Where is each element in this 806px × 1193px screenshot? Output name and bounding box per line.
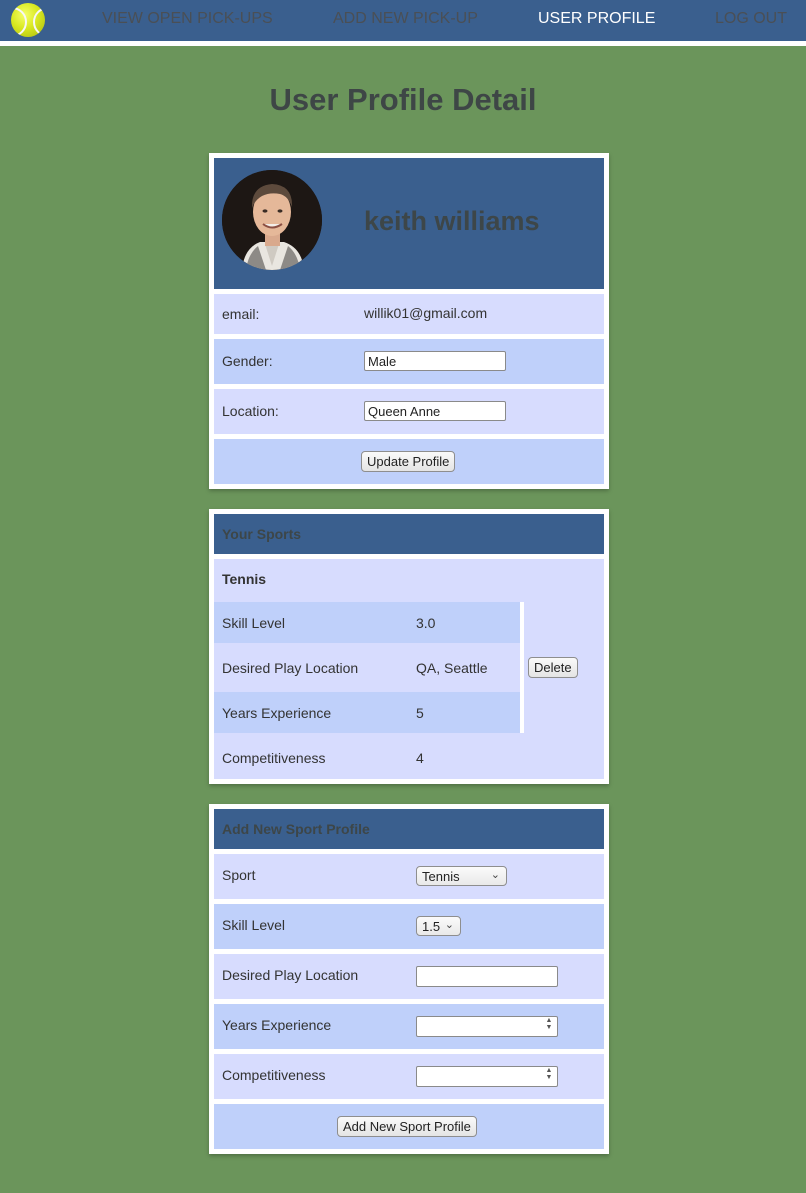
divider — [520, 602, 524, 733]
years-experience-label: Years Experience — [222, 705, 332, 721]
play-location-input-row: Desired Play Location — [214, 954, 604, 999]
competitiveness-input[interactable] — [416, 1066, 558, 1087]
skill-select-row: Skill Level 1.5 ⌄ — [214, 904, 604, 949]
profile-header: keith williams — [214, 158, 604, 289]
email-value: willik01@gmail.com — [364, 305, 488, 321]
play-location-label: Desired Play Location — [222, 660, 359, 676]
add-sport-card: Add New Sport Profile Sport Tennis ⌄ Ski… — [209, 804, 609, 1154]
sport-select-row: Sport Tennis ⌄ — [214, 854, 604, 899]
add-sport-title: Add New Sport Profile — [222, 821, 370, 837]
skill-select-value: 1.5 — [422, 919, 441, 934]
gender-field[interactable] — [364, 351, 506, 371]
sport-select-value: Tennis — [422, 869, 460, 884]
add-new-sport-profile-button[interactable]: Add New Sport Profile — [337, 1116, 477, 1137]
profile-name: keith williams — [364, 206, 540, 236]
avatar — [222, 170, 322, 270]
years-experience-stepper[interactable]: ▲ ▼ — [416, 1016, 558, 1037]
years-experience-row: Years Experience 5 — [214, 692, 520, 733]
email-row: email: willik01@gmail.com — [214, 294, 604, 334]
location-field[interactable] — [364, 401, 506, 421]
desired-play-location-label: Desired Play Location — [222, 967, 359, 983]
competitiveness-value: 4 — [416, 750, 424, 766]
skill-label: Skill Level — [222, 917, 286, 933]
email-label: email: — [222, 306, 260, 322]
competitiveness-input-label: Competitiveness — [222, 1067, 326, 1083]
skill-level-select[interactable]: 1.5 ⌄ — [416, 916, 461, 936]
delete-sport-button[interactable]: Delete — [528, 657, 578, 678]
desired-play-location-input[interactable] — [416, 966, 558, 987]
your-sports-title: Your Sports — [222, 526, 302, 542]
your-sports-card: Your Sports Tennis Skill Level 3.0 Desir… — [209, 509, 609, 784]
top-nav: VIEW OPEN PICK-UPS ADD NEW PICK-UP USER … — [0, 0, 806, 46]
gender-row: Gender: — [214, 339, 604, 384]
competitiveness-input-row: Competitiveness ▲ ▼ — [214, 1054, 604, 1099]
location-label: Location: — [222, 403, 279, 419]
spinner-arrows-icon[interactable]: ▲ ▼ — [544, 1067, 554, 1081]
sport-entry: Tennis Skill Level 3.0 Desired Play Loca… — [214, 559, 604, 779]
play-location-row: Desired Play Location QA, Seattle — [214, 647, 520, 688]
location-row: Location: — [214, 389, 604, 434]
sport-name: Tennis — [222, 571, 267, 587]
chevron-down-icon: ⌄ — [490, 869, 500, 881]
your-sports-header: Your Sports — [214, 514, 604, 554]
sport-select[interactable]: Tennis ⌄ — [416, 866, 507, 886]
tennis-ball-icon[interactable] — [11, 3, 45, 37]
gender-label: Gender: — [222, 353, 273, 369]
update-profile-button[interactable]: Update Profile — [361, 451, 456, 472]
years-input-row: Years Experience ▲ ▼ — [214, 1004, 604, 1049]
nav-user-profile[interactable]: USER PROFILE — [538, 10, 655, 28]
competitiveness-row: Competitiveness 4 — [214, 737, 520, 778]
skill-level-value: 3.0 — [416, 615, 436, 631]
update-row: Update Profile — [214, 439, 604, 484]
profile-card: keith williams email: willik01@gmail.com… — [209, 153, 609, 489]
skill-level-label: Skill Level — [222, 615, 286, 631]
years-experience-value: 5 — [416, 705, 424, 721]
skill-level-row: Skill Level 3.0 — [214, 602, 520, 643]
years-experience-input-label: Years Experience — [222, 1017, 332, 1033]
competitiveness-label: Competitiveness — [222, 750, 326, 766]
years-experience-input[interactable] — [416, 1016, 558, 1037]
spinner-arrows-icon[interactable]: ▲ ▼ — [544, 1017, 554, 1031]
chevron-down-icon: ⌄ — [444, 919, 454, 931]
page-title: User Profile Detail — [269, 82, 537, 117]
add-sport-header: Add New Sport Profile — [214, 809, 604, 849]
nav-log-out[interactable]: LOG OUT — [715, 10, 787, 28]
sport-label: Sport — [222, 867, 256, 883]
competitiveness-stepper[interactable]: ▲ ▼ — [416, 1066, 558, 1087]
nav-view-open-pickups[interactable]: VIEW OPEN PICK-UPS — [102, 10, 273, 28]
nav-add-new-pickup[interactable]: ADD NEW PICK-UP — [333, 10, 478, 28]
play-location-value: QA, Seattle — [416, 660, 488, 676]
add-sport-submit-row: Add New Sport Profile — [214, 1104, 604, 1149]
